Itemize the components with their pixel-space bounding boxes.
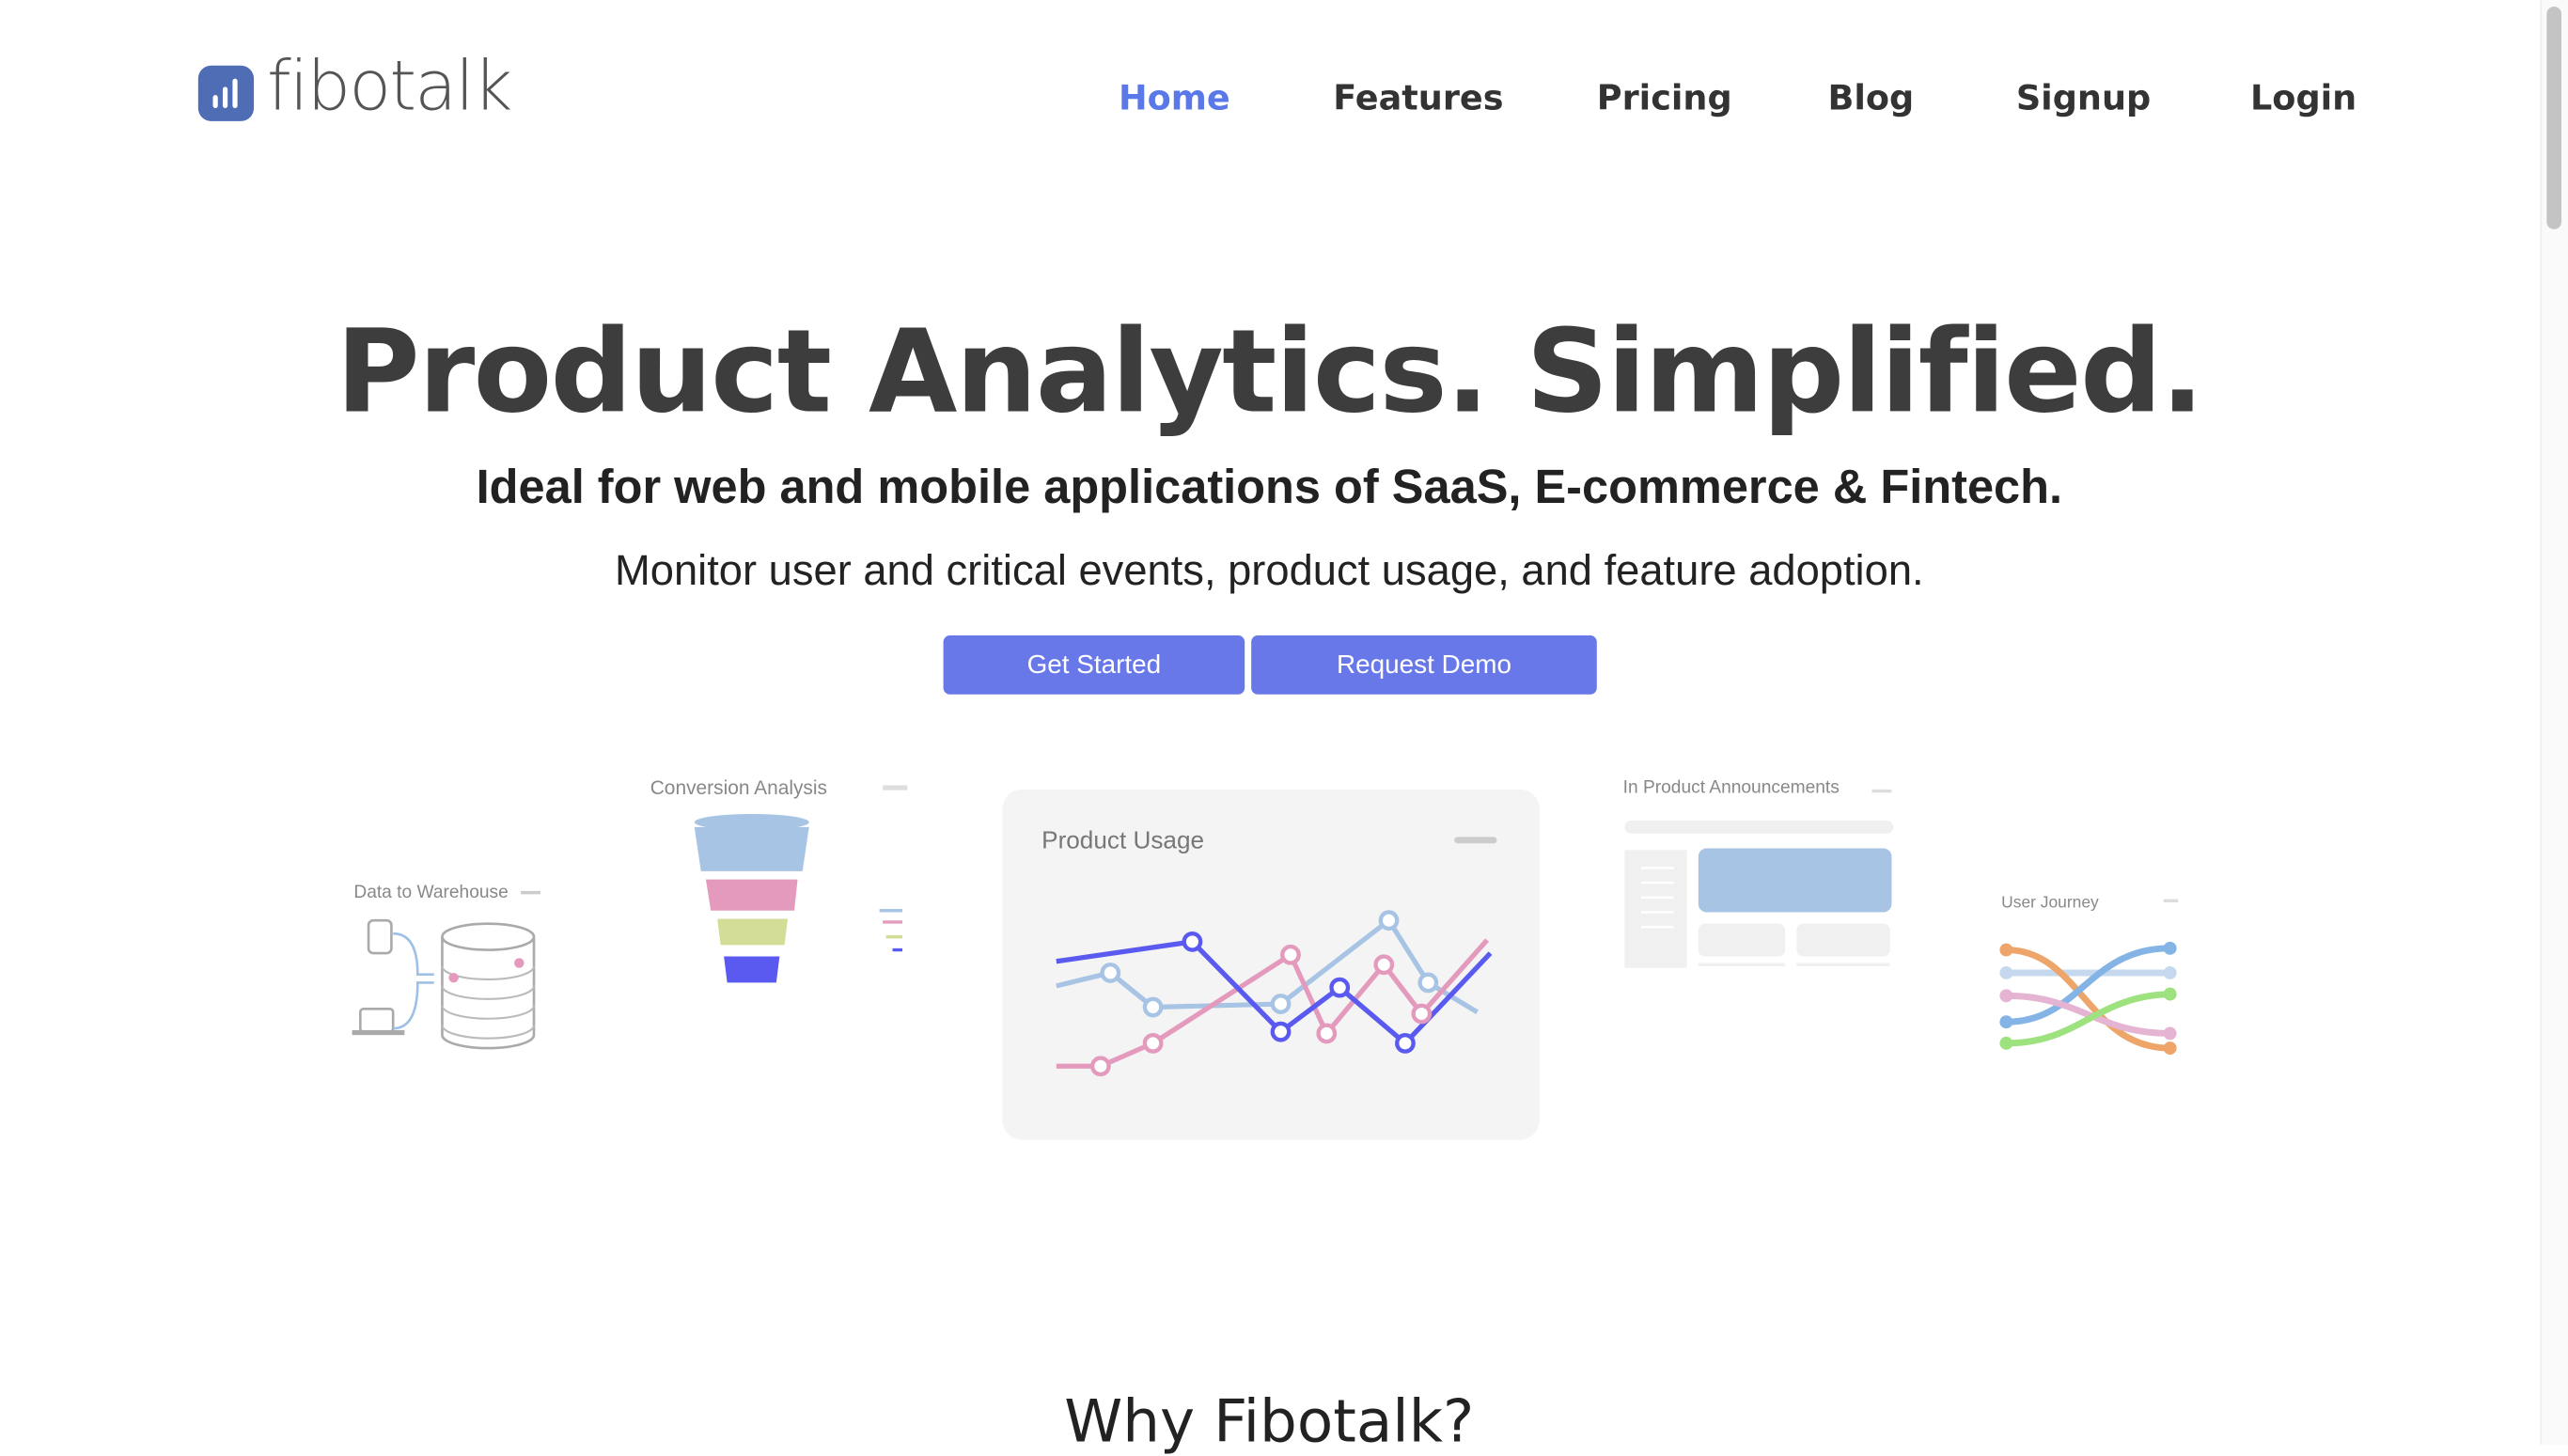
journey-illustration	[1999, 899, 2179, 1056]
nav-pricing[interactable]: Pricing	[1597, 79, 1732, 118]
nav-blog[interactable]: Blog	[1827, 79, 1914, 118]
nav-login[interactable]: Login	[2250, 79, 2357, 118]
nav-signup[interactable]: Signup	[2016, 79, 2151, 118]
request-demo-button[interactable]: Request Demo	[1251, 635, 1597, 695]
warehouse-illustration	[352, 890, 540, 1050]
hero-title: Product Analytics. Simplified.	[336, 305, 2204, 439]
funnel-illustration	[694, 785, 908, 983]
usage-chart-illustration	[1056, 837, 1497, 1077]
get-started-button[interactable]: Get Started	[943, 635, 1245, 695]
hero-subtitle: Ideal for web and mobile applications of…	[476, 462, 2063, 515]
nav-features[interactable]: Features	[1333, 79, 1503, 118]
scrollbar-thumb[interactable]	[2546, 6, 2562, 229]
announcements-illustration	[1624, 789, 1894, 968]
why-fibotalk-heading: Why Fibotalk?	[1064, 1388, 1475, 1456]
hero-tagline: Monitor user and critical events, produc…	[615, 545, 1924, 595]
logo-text[interactable]: fibotalk	[267, 46, 512, 126]
logo-icon[interactable]	[197, 65, 255, 121]
nav-home[interactable]: Home	[1119, 79, 1230, 118]
